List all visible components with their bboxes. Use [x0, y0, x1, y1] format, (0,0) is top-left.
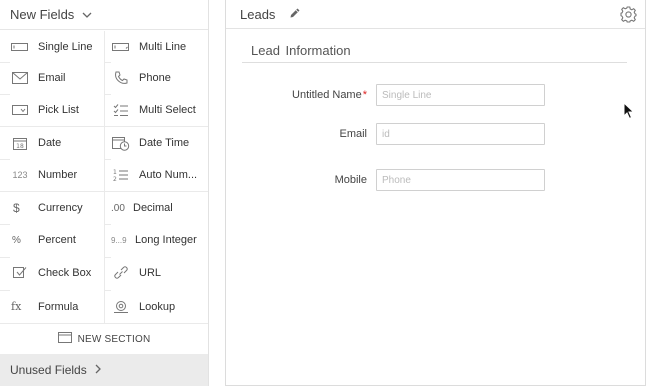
new-fields-dropdown[interactable]: New Fields [0, 0, 208, 30]
palette-field-label: Multi Line [139, 41, 187, 53]
unused-fields-label: Unused Fields [10, 363, 87, 377]
new-fields-label: New Fields [10, 7, 75, 22]
module-header: Leads [226, 0, 645, 29]
percent-icon: % [12, 234, 21, 246]
svg-text:1: 1 [113, 169, 117, 176]
palette-field-date-time[interactable]: Date Time [111, 127, 208, 159]
palette-field-label: Check Box [38, 267, 92, 279]
palette-field-date[interactable]: 18 Date [10, 127, 104, 159]
field-label: Mobile [334, 174, 367, 186]
email-input[interactable]: id [376, 123, 545, 145]
palette-field-label: Lookup [139, 300, 176, 313]
chevron-down-icon [81, 9, 93, 21]
new-section-label: NEW SECTION [77, 333, 151, 345]
section-title[interactable]: Lead Information [242, 43, 627, 63]
palette-field-label: Date [38, 137, 62, 149]
single-line-icon [10, 40, 30, 54]
calendar-day-glyph: 18 [16, 143, 24, 150]
section-icon [57, 332, 72, 346]
palette-field-label: Number [38, 169, 78, 181]
palette-field-multi-line[interactable]: Multi Line [111, 31, 208, 63]
palette-field-lookup[interactable]: Lookup [111, 290, 208, 323]
checkbox-icon [10, 266, 30, 280]
palette-field-label: Phone [139, 72, 171, 84]
palette-field-label: Date Time [139, 137, 190, 149]
palette-field-label: Email [38, 72, 66, 84]
palette-field-label: Auto Num... [139, 169, 198, 181]
decimal-icon: .00 [111, 202, 125, 214]
palette-field-formula[interactable]: fx Formula [10, 290, 104, 323]
palette-field-label: Pick List [38, 104, 79, 116]
palette-field-label: Formula [38, 300, 79, 313]
number-icon: 123 [12, 170, 28, 180]
palette-field-label: Percent [38, 234, 76, 246]
palette-field-label: Decimal [133, 202, 173, 214]
dollar-icon: $ [13, 201, 20, 215]
field-palette: New Fields Single Line Multi Line Email [0, 0, 209, 386]
palette-field-multi-select[interactable]: Multi Select [111, 94, 208, 126]
phone-input[interactable]: Phone [376, 169, 545, 191]
palette-field-label: Multi Select [139, 104, 196, 116]
lookup-icon [111, 300, 131, 314]
chevron-right-icon [93, 363, 103, 378]
palette-field-pick-list[interactable]: Pick List [10, 94, 104, 126]
calendar-icon: 18 [10, 136, 30, 150]
unused-fields-toggle[interactable]: Unused Fields [0, 354, 208, 386]
field-label: Email [339, 128, 367, 140]
phone-icon [111, 71, 131, 85]
palette-field-auto-number[interactable]: 12 Auto Num... [111, 159, 208, 191]
layout-canvas: Leads Lead Information Untitled Name* Si… [225, 0, 646, 386]
mouse-cursor-icon [623, 101, 635, 125]
layout-field-email[interactable]: Email id [242, 123, 627, 147]
palette-field-check-box[interactable]: Check Box [10, 257, 104, 289]
single-line-input[interactable]: Single Line [376, 84, 545, 106]
palette-field-long-integer[interactable]: 9...9 Long Integer [111, 224, 208, 256]
calendar-clock-icon [111, 136, 131, 151]
palette-field-label: URL [139, 267, 162, 279]
layout-field-untitled-name[interactable]: Untitled Name* Single Line [242, 84, 627, 108]
link-icon [111, 265, 131, 280]
envelope-icon [10, 71, 30, 85]
multi-select-icon [111, 103, 131, 117]
gear-icon[interactable] [620, 6, 637, 26]
picklist-icon [10, 103, 30, 117]
palette-field-currency[interactable]: $ Currency [10, 192, 104, 224]
pencil-icon[interactable] [289, 7, 301, 22]
divider [104, 31, 105, 323]
palette-field-label: Long Integer [135, 234, 197, 246]
required-asterisk: * [362, 89, 367, 101]
auto-number-icon: 12 [111, 168, 131, 182]
palette-field-decimal[interactable]: .00 Decimal [111, 192, 208, 224]
new-section-button[interactable]: NEW SECTION [0, 323, 208, 354]
formula-icon: fx [11, 300, 22, 313]
layout-editor: New Fields Single Line Multi Line Email [0, 0, 660, 386]
field-label: Untitled Name* [292, 89, 367, 101]
svg-text:2: 2 [113, 176, 117, 182]
long-integer-icon: 9...9 [111, 235, 127, 245]
palette-field-label: Currency [38, 202, 83, 214]
module-name: Leads [240, 6, 276, 22]
palette-field-percent[interactable]: % Percent [10, 224, 104, 256]
palette-field-label: Single Line [38, 41, 93, 53]
palette-field-phone[interactable]: Phone [111, 62, 208, 94]
multi-line-icon [111, 40, 131, 54]
palette-field-single-line[interactable]: Single Line [10, 31, 104, 63]
layout-field-mobile[interactable]: Mobile Phone [242, 169, 627, 193]
palette-field-number[interactable]: 123 Number [10, 159, 104, 191]
palette-field-email[interactable]: Email [10, 62, 104, 94]
palette-field-url[interactable]: URL [111, 257, 208, 289]
